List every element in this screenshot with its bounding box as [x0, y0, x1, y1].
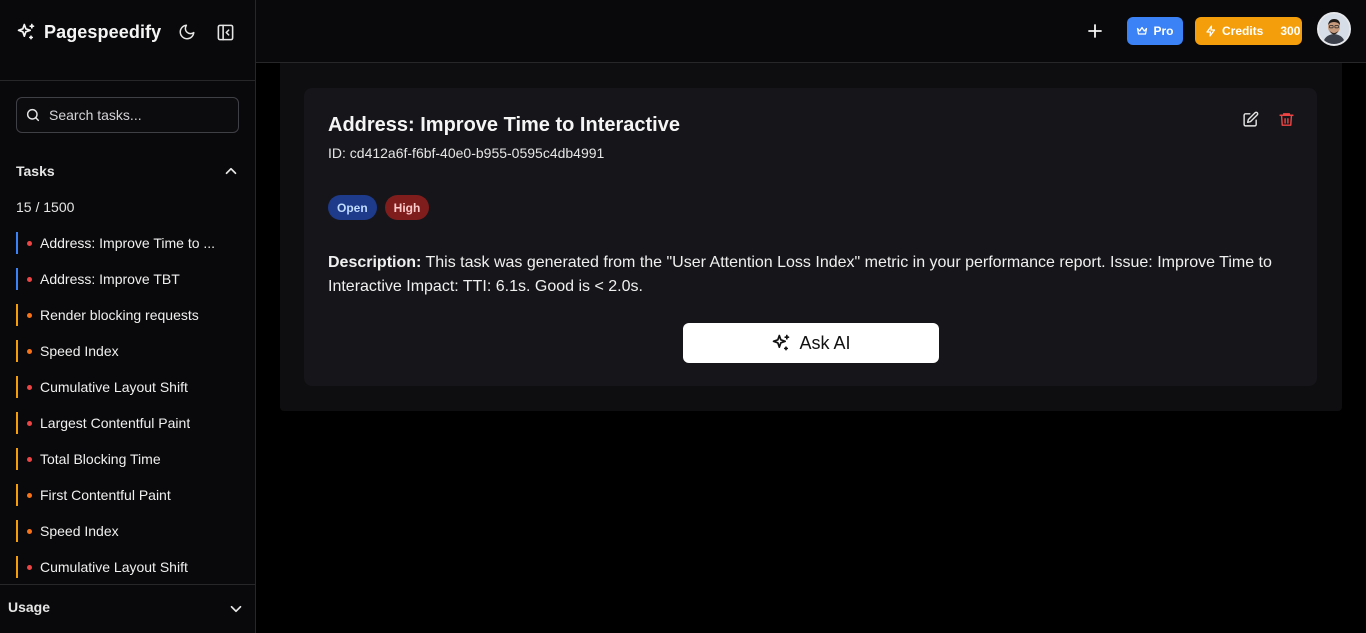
theme-toggle-moon-icon[interactable]: [177, 22, 197, 42]
task-list-item[interactable]: Largest Contentful Paint: [16, 412, 240, 434]
tasks-section-header[interactable]: Tasks: [16, 159, 240, 183]
priority-dot-icon: [27, 312, 32, 318]
edit-icon: [1242, 111, 1258, 127]
priority-dot-icon: [27, 384, 32, 390]
task-list-item[interactable]: Address: Improve TBT: [16, 268, 240, 290]
ask-ai-button[interactable]: Ask AI: [683, 323, 939, 363]
credits-badge[interactable]: Credits 300: [1195, 17, 1302, 45]
task-description: Description: This task was generated fro…: [328, 251, 1288, 299]
task-list-item[interactable]: First Contentful Paint: [16, 484, 240, 506]
task-list-item-label: Total Blocking Time: [40, 451, 161, 467]
task-list-item[interactable]: Render blocking requests: [16, 304, 240, 326]
task-list-item-label: Largest Contentful Paint: [40, 415, 191, 431]
task-badges: Open High: [328, 195, 430, 220]
lightning-icon: [1206, 25, 1216, 37]
user-photo-icon: [1319, 14, 1349, 44]
chevron-up-icon[interactable]: [222, 162, 240, 180]
sparkles-icon: [16, 22, 36, 42]
trash-icon: [1278, 112, 1294, 126]
credits-label: Credits: [1222, 24, 1264, 38]
priority-dot-icon: [27, 528, 32, 534]
add-new-button[interactable]: [1084, 20, 1106, 42]
task-list-item[interactable]: Speed Index: [16, 520, 240, 542]
priority-dot-icon: [27, 564, 32, 570]
task-list-item[interactable]: Cumulative Layout Shift: [16, 376, 240, 398]
pro-badge[interactable]: Pro: [1127, 17, 1183, 45]
tasks-count: 15 / 1500: [16, 199, 75, 215]
ask-ai-label: Ask AI: [799, 332, 851, 353]
crown-icon: [1137, 26, 1148, 35]
description-label: Description:: [328, 254, 422, 271]
task-list-item[interactable]: Speed Index: [16, 340, 240, 362]
task-list-item-label: Render blocking requests: [40, 307, 199, 323]
usage-title: Usage: [8, 599, 51, 615]
priority-dot-icon: [27, 240, 32, 246]
sidebar-header: Pagespeedify: [0, 0, 255, 81]
collapse-sidebar-icon[interactable]: [215, 22, 235, 42]
plus-icon: [1088, 24, 1102, 38]
status-badge: Open: [328, 195, 377, 220]
task-list: Address: Improve Time to ... Address: Imp…: [16, 232, 240, 592]
tasks-title: Tasks: [16, 163, 55, 179]
search-input[interactable]: [49, 107, 229, 123]
priority-dot-icon: [27, 420, 32, 426]
task-list-item-label: Address: Improve Time to ...: [40, 235, 216, 251]
task-list-item-label: Address: Improve TBT: [40, 271, 180, 287]
sparkles-icon: [773, 334, 790, 351]
search-box[interactable]: [16, 97, 239, 133]
edit-button[interactable]: [1241, 110, 1259, 128]
pro-label: Pro: [1153, 24, 1174, 38]
task-list-item-label: First Contentful Paint: [40, 487, 171, 503]
task-list-item[interactable]: Cumulative Layout Shift: [16, 556, 240, 578]
brand[interactable]: Pagespeedify: [16, 22, 161, 43]
task-id: ID: cd412a6f-f6bf-40e0-b955-0595c4db4991: [328, 145, 605, 161]
card-actions: [1241, 110, 1295, 128]
task-list-item[interactable]: Total Blocking Time: [16, 448, 240, 470]
usage-section-header[interactable]: Usage: [0, 584, 255, 633]
user-avatar[interactable]: [1317, 12, 1351, 46]
priority-dot-icon: [27, 276, 32, 282]
task-title: Address: Improve Time to Interactive: [328, 114, 680, 136]
search-icon: [25, 107, 41, 123]
task-list-item-label: Speed Index: [40, 523, 119, 539]
task-list-item-label: Cumulative Layout Shift: [40, 379, 188, 395]
credits-value: 300: [1280, 24, 1301, 38]
task-list-item[interactable]: Address: Improve Time to ...: [16, 232, 240, 254]
task-list-item-label: Cumulative Layout Shift: [40, 559, 188, 575]
priority-dot-icon: [27, 492, 32, 498]
priority-dot-icon: [27, 456, 32, 462]
priority-badge: High: [384, 195, 430, 220]
task-detail-card: Address: Improve Time to Interactive ID:…: [304, 88, 1317, 386]
priority-dot-icon: [27, 348, 32, 354]
brand-name: Pagespeedify: [44, 21, 162, 42]
delete-button[interactable]: [1277, 110, 1295, 128]
chevron-down-icon[interactable]: [227, 600, 245, 618]
description-text: This task was generated from the "User A…: [328, 254, 1272, 295]
task-list-item-label: Speed Index: [40, 343, 119, 359]
sidebar: Pagespeedify Tasks: [0, 0, 256, 633]
top-bar: Pro Credits 300: [256, 0, 1366, 63]
